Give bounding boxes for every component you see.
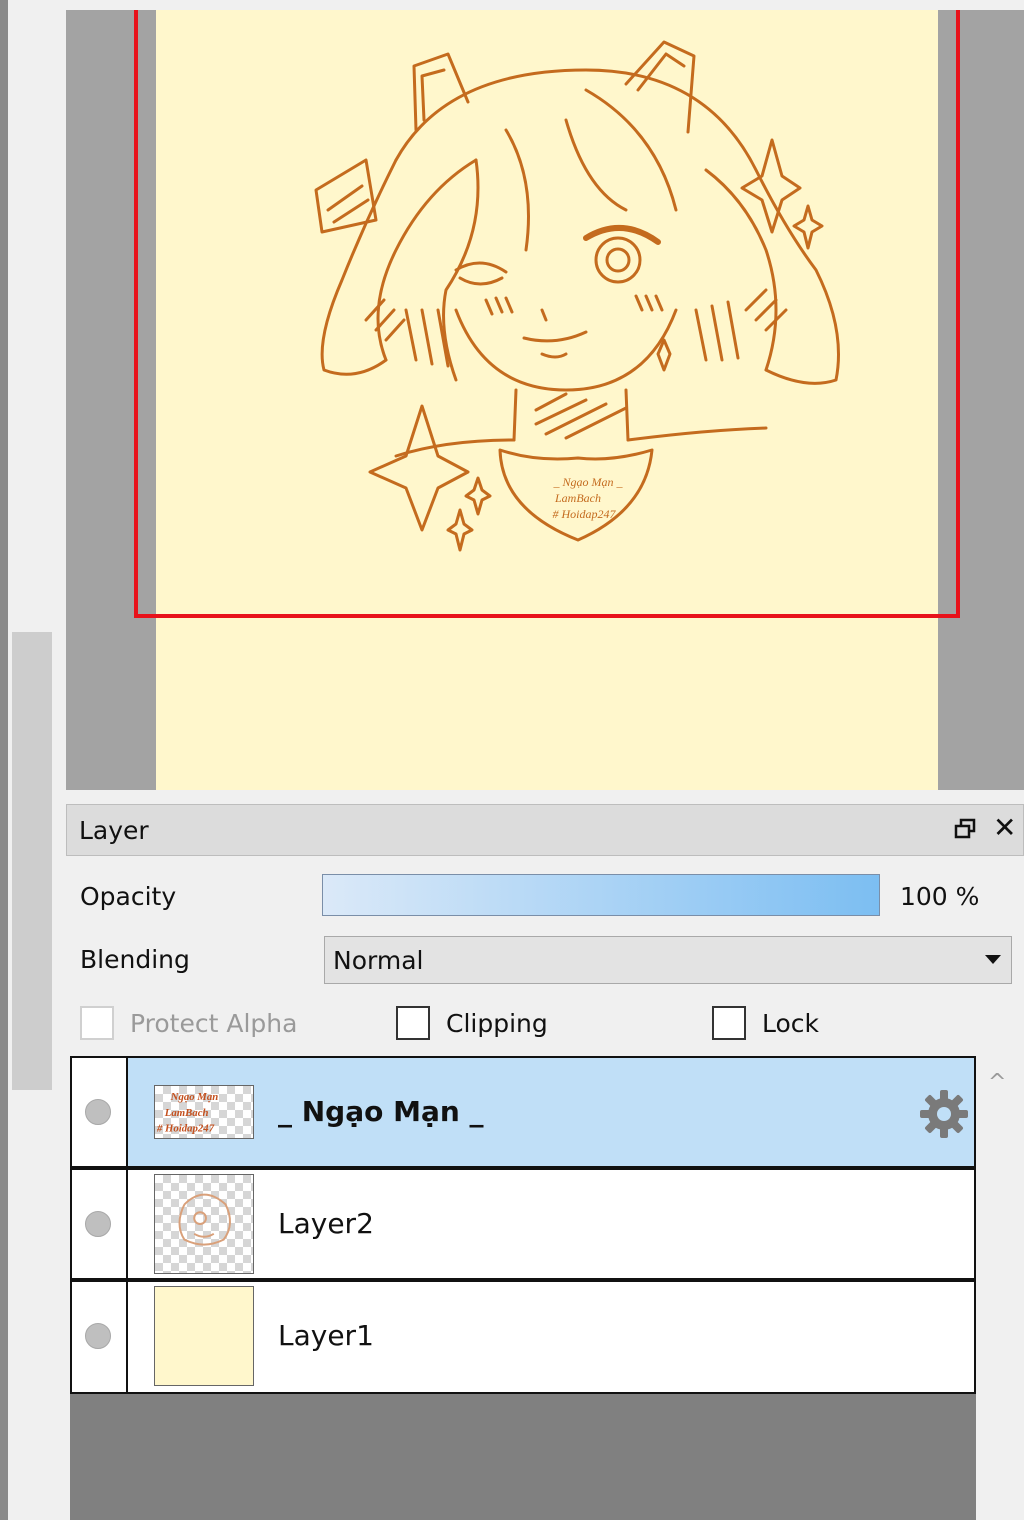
panel-title: Layer (79, 816, 149, 845)
layer-panel: Layer ✕ Opacity 100 % Blending Normal Pr… (66, 804, 1024, 1520)
layer-name: _ Ngạo Mạn _ (278, 1095, 484, 1128)
thumb-text-2: LamBach (164, 1107, 209, 1119)
protect-alpha-checkbox[interactable] (80, 1006, 114, 1040)
left-edge (0, 0, 8, 1520)
layer-name: Layer1 (278, 1319, 374, 1352)
thumb-text-1: Ngạo Mạn (170, 1091, 219, 1103)
scroll-up-icon[interactable]: ^ (988, 1070, 1006, 1095)
layer-list[interactable]: Ngạo Mạn LamBach # Hoidap247 _ Ngạo Mạn … (70, 1056, 976, 1520)
clipping-checkbox[interactable] (396, 1006, 430, 1040)
visibility-dot-icon[interactable] (85, 1323, 111, 1349)
layer-row[interactable]: Layer2 (70, 1168, 976, 1280)
opacity-value: 100 % (900, 882, 980, 911)
selection-frame (134, 10, 960, 618)
float-window-icon[interactable] (953, 817, 977, 841)
layer-row-main[interactable]: Layer2 (128, 1170, 974, 1278)
layer-row[interactable]: Layer1 (70, 1280, 976, 1394)
layer-visibility-toggle[interactable] (72, 1170, 128, 1278)
opacity-slider[interactable] (322, 874, 880, 916)
thumb-text-3: # Hoidap247 (156, 1123, 215, 1135)
layer-thumbnail (154, 1286, 254, 1386)
layer-row-main[interactable]: Layer1 (128, 1282, 974, 1392)
layer-thumbnail (154, 1174, 254, 1274)
visibility-dot-icon[interactable] (85, 1211, 111, 1237)
lock-checkbox[interactable] (712, 1006, 746, 1040)
blending-label: Blending (80, 945, 190, 974)
blending-select[interactable]: Normal (324, 936, 1012, 984)
chevron-down-icon[interactable] (985, 955, 1001, 964)
layer-thumbnail: Ngạo Mạn LamBach # Hoidap247 (154, 1085, 254, 1139)
layer-row[interactable]: Ngạo Mạn LamBach # Hoidap247 _ Ngạo Mạn … (70, 1056, 976, 1168)
protect-alpha-label: Protect Alpha (130, 1009, 298, 1038)
layer-row-main[interactable]: Ngạo Mạn LamBach # Hoidap247 _ Ngạo Mạn … (128, 1058, 974, 1166)
lock-label: Lock (762, 1009, 820, 1038)
blending-value: Normal (333, 946, 424, 975)
vertical-scrollbar-thumb[interactable] (12, 632, 52, 1090)
layer-name: Layer2 (278, 1207, 374, 1240)
clipping-label: Clipping (446, 1009, 548, 1038)
layer-visibility-toggle[interactable] (72, 1282, 128, 1392)
layer-panel-header[interactable]: Layer ✕ (66, 804, 1024, 856)
layer-visibility-toggle[interactable] (72, 1058, 128, 1166)
close-icon[interactable]: ✕ (993, 813, 1016, 843)
opacity-label: Opacity (80, 882, 177, 911)
canvas-viewport[interactable]: _ Ngạo Mạn _ LamBach # Hoidap247 (66, 10, 1024, 790)
visibility-dot-icon[interactable] (85, 1099, 111, 1125)
gear-icon[interactable] (918, 1088, 970, 1140)
